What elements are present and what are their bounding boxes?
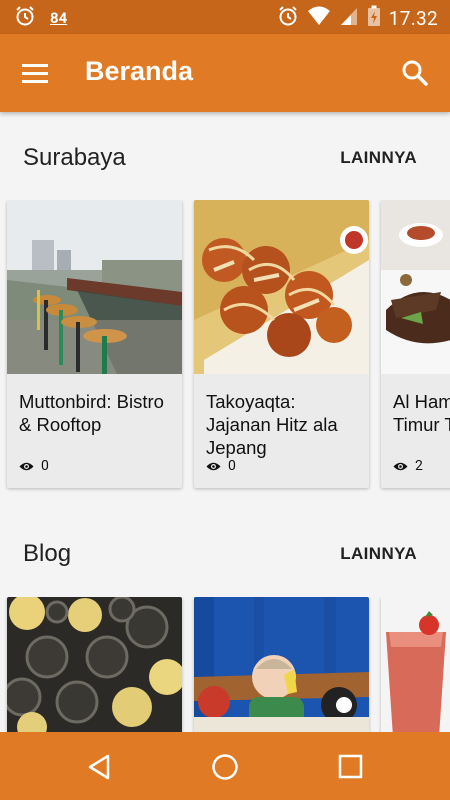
section-header-blog: Blog LAINNYA — [0, 520, 450, 580]
place-card[interactable]: Muttonbird: Bistro & Rooftop 0 — [7, 200, 182, 488]
card-row-surabaya[interactable]: Muttonbird: Bistro & Rooftop 0 Takoyaqta… — [0, 200, 450, 492]
place-card[interactable]: Takoyaqta: Jajanan Hitz ala Jepang 0 — [194, 200, 369, 488]
eye-icon — [206, 462, 221, 470]
home-circle-icon — [212, 754, 238, 780]
menu-button[interactable] — [22, 56, 56, 90]
search-button[interactable] — [400, 58, 430, 88]
notification-count: 84 — [50, 9, 68, 27]
menu-icon — [22, 63, 48, 67]
section-title: Blog — [23, 540, 72, 567]
eye-icon — [19, 462, 34, 470]
view-count-value: 2 — [415, 458, 423, 474]
system-nav-bar — [0, 732, 450, 800]
card-image — [381, 597, 450, 732]
blog-card[interactable] — [381, 597, 450, 732]
signal-icon — [339, 5, 359, 31]
alarm-icon — [14, 5, 36, 31]
back-button[interactable] — [86, 752, 116, 782]
card-image — [381, 200, 450, 374]
view-count: 0 — [206, 458, 236, 474]
card-title: Muttonbird: Bistro & Rooftop — [19, 391, 164, 435]
home-button[interactable] — [210, 752, 240, 782]
wifi-icon — [307, 5, 331, 31]
view-count-value: 0 — [228, 458, 236, 474]
back-triangle-icon — [88, 754, 110, 780]
card-title: Al Ham Restor Timur T — [393, 391, 450, 435]
status-bar: 84 17.32 — [0, 0, 450, 34]
more-button[interactable]: LAINNYA — [340, 544, 417, 564]
blog-card[interactable] — [194, 597, 369, 732]
search-icon — [402, 60, 428, 86]
blog-card[interactable] — [7, 597, 182, 732]
status-time: 17.32 — [388, 6, 438, 30]
place-card[interactable]: Al Ham Restor Timur T 2 — [381, 200, 450, 488]
battery-icon — [367, 5, 381, 31]
view-count: 0 — [19, 458, 49, 474]
app-bar: Beranda — [0, 34, 450, 112]
section-header-surabaya: Surabaya LAINNYA — [0, 124, 450, 184]
eye-icon — [393, 462, 408, 470]
card-title: Takoyaqta: Jajanan Hitz ala Jepang — [206, 391, 338, 458]
page-title: Beranda — [85, 56, 194, 86]
card-image — [7, 597, 182, 732]
recents-button[interactable] — [336, 752, 366, 782]
view-count: 2 — [393, 458, 423, 474]
alarm-icon — [277, 5, 299, 31]
card-image — [7, 200, 182, 374]
more-button[interactable]: LAINNYA — [340, 148, 417, 168]
card-image — [194, 200, 369, 374]
section-title: Surabaya — [23, 144, 126, 171]
recents-square-icon — [338, 754, 363, 779]
view-count-value: 0 — [41, 458, 49, 474]
card-row-blog[interactable] — [0, 597, 450, 732]
card-image — [194, 597, 369, 732]
